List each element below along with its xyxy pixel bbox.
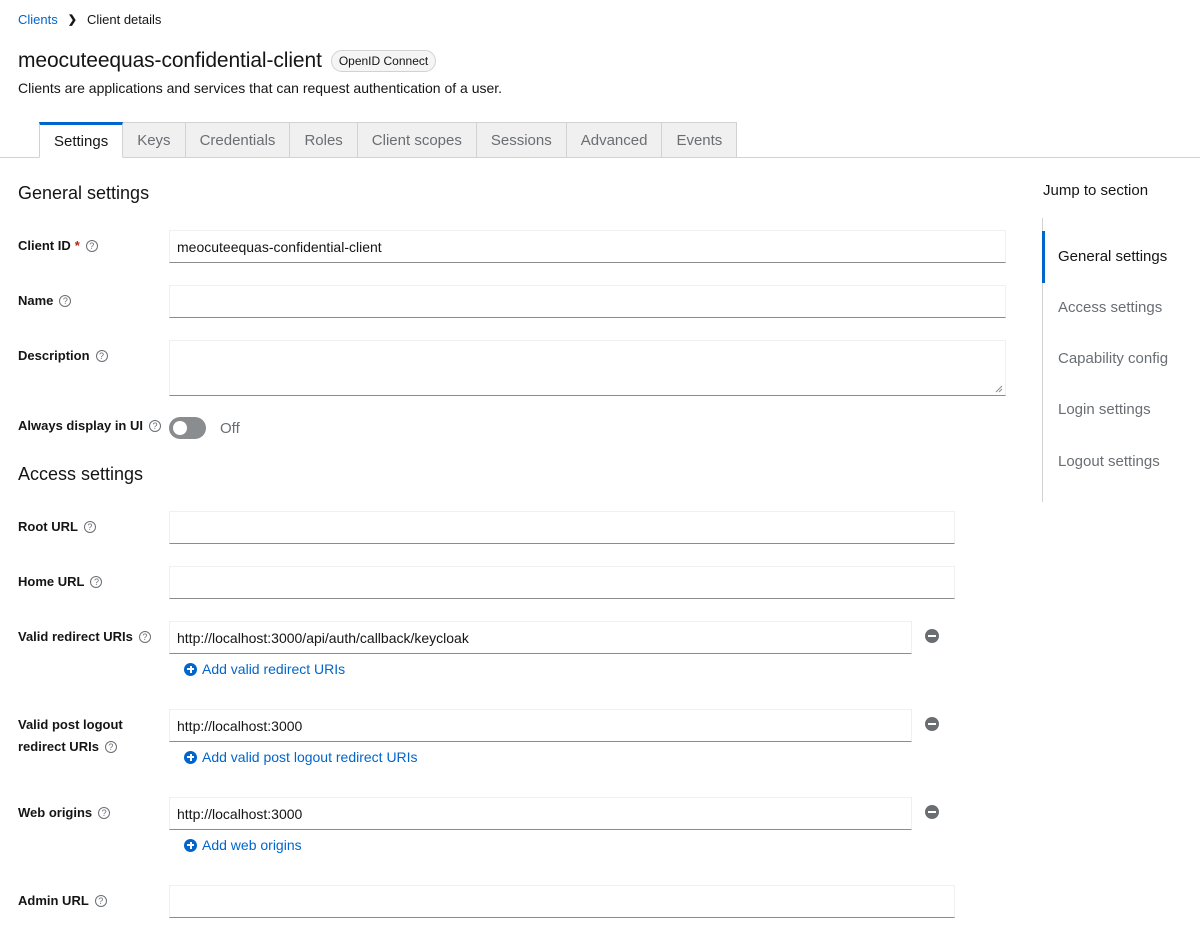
always-display-toggle-group: Off [169,417,240,439]
required-asterisk: * [74,238,80,253]
help-icon[interactable]: ? [90,576,103,588]
help-icon[interactable]: ? [149,420,161,432]
redirect-uris-label: Valid redirect URIs ? [18,626,151,648]
plus-circle-icon [184,662,197,676]
help-icon[interactable]: ? [59,295,72,307]
jump-link-access-settings[interactable]: Access settings [1058,299,1162,316]
jump-link-capability-config[interactable]: Capability config [1058,350,1168,367]
tab-advanced[interactable]: Advanced [566,122,663,158]
general-settings-heading: General settings [18,183,150,203]
add-post-logout-uri-button[interactable]: Add valid post logout redirect URIs [184,749,418,765]
always-display-toggle[interactable] [169,417,206,439]
always-display-label-text: Always display in UI [18,418,143,433]
redirect-uris-label-text: Valid redirect URIs [18,629,133,644]
name-label: Name ? [18,290,72,312]
redirect-uri-input[interactable]: http://localhost:3000/api/auth/callback/… [169,621,912,654]
add-web-origin-label: Add web origins [202,837,302,853]
client-id-label: Client ID * ? [18,235,98,257]
breadcrumb-current: Client details [86,12,162,27]
web-origins-label: Web origins ? [18,802,111,824]
jump-link-general-settings[interactable]: General settings [1058,248,1167,265]
tab-roles[interactable]: Roles [290,122,358,158]
admin-url-input[interactable] [169,885,955,918]
tab-settings[interactable]: Settings [39,122,124,158]
name-input[interactable] [169,285,1006,318]
breadcrumb: Clients ❯ Client details [18,12,161,27]
tab-credentials[interactable]: Credentials [185,122,291,158]
help-icon[interactable]: ? [98,807,111,819]
home-url-label: Home URL ? [18,571,103,593]
add-redirect-uri-label: Add valid redirect URIs [202,661,346,677]
page-subtitle: Clients are applications and services th… [18,80,503,96]
jump-to-section-title: Jump to section [1043,182,1149,199]
client-id-input[interactable]: meocuteequas-confidential-client [169,230,1006,263]
post-logout-label-line2-row: redirect URIs ? [18,736,117,758]
always-display-label: Always display in UI ? [18,415,161,437]
add-redirect-uri-button[interactable]: Add valid redirect URIs [184,661,345,677]
help-icon[interactable]: ? [138,631,151,643]
active-section-indicator [1042,231,1045,283]
resize-handle-icon[interactable] [995,385,1003,393]
post-logout-label-line1: Valid post logout [18,717,123,732]
plus-circle-icon [184,838,197,852]
breadcrumb-clients-link[interactable]: Clients [18,12,58,27]
name-label-text: Name [18,293,54,308]
root-url-label: Root URL ? [18,516,96,538]
help-icon[interactable]: ? [95,350,108,362]
post-logout-label: Valid post logout redirect URIs ? [18,714,123,758]
page-title: meocuteequas-confidential-client [18,49,322,72]
add-web-origin-button[interactable]: Add web origins [184,837,302,853]
client-id-label-text: Client ID [18,238,71,253]
tab-keys[interactable]: Keys [123,122,186,158]
help-icon[interactable]: ? [85,240,98,252]
page-header: meocuteequas-confidential-client OpenID … [18,49,437,73]
description-textarea[interactable] [169,340,1006,396]
root-url-label-text: Root URL [18,519,78,534]
tab-sessions[interactable]: Sessions [476,122,567,158]
remove-post-logout-uri-icon[interactable] [925,717,939,731]
web-origin-input[interactable]: http://localhost:3000 [169,797,912,830]
chevron-right-icon: ❯ [67,14,77,26]
add-post-logout-uri-label: Add valid post logout redirect URIs [202,749,418,765]
remove-web-origin-icon[interactable] [925,805,939,819]
admin-url-label-text: Admin URL [18,893,89,908]
home-url-input[interactable] [169,566,955,599]
jump-to-section-nav: General settings Access settings Capabil… [1042,218,1200,502]
jump-link-login-settings[interactable]: Login settings [1058,401,1151,418]
web-origins-label-text: Web origins [18,805,93,820]
description-label-text: Description [18,348,90,363]
help-icon[interactable]: ? [83,521,96,533]
home-url-label-text: Home URL [18,574,85,589]
toggle-state-label: Off [220,419,240,437]
admin-url-label: Admin URL ? [18,890,107,912]
plus-circle-icon [184,750,197,764]
access-settings-heading: Access settings [18,464,144,484]
help-icon[interactable]: ? [94,895,107,907]
description-label: Description ? [18,345,108,367]
jump-link-logout-settings[interactable]: Logout settings [1058,453,1160,470]
protocol-badge: OpenID Connect [330,50,437,72]
tab-bar: Settings Keys Credentials Roles Client s… [39,122,738,158]
tab-events[interactable]: Events [662,122,738,158]
root-url-input[interactable] [169,511,955,544]
help-icon[interactable]: ? [104,741,117,753]
toggle-knob [173,421,187,435]
post-logout-uri-input[interactable]: http://localhost:3000 [169,709,912,742]
tab-client-scopes[interactable]: Client scopes [357,122,477,158]
remove-redirect-uri-icon[interactable] [925,629,939,643]
post-logout-label-line2: redirect URIs [18,739,99,754]
